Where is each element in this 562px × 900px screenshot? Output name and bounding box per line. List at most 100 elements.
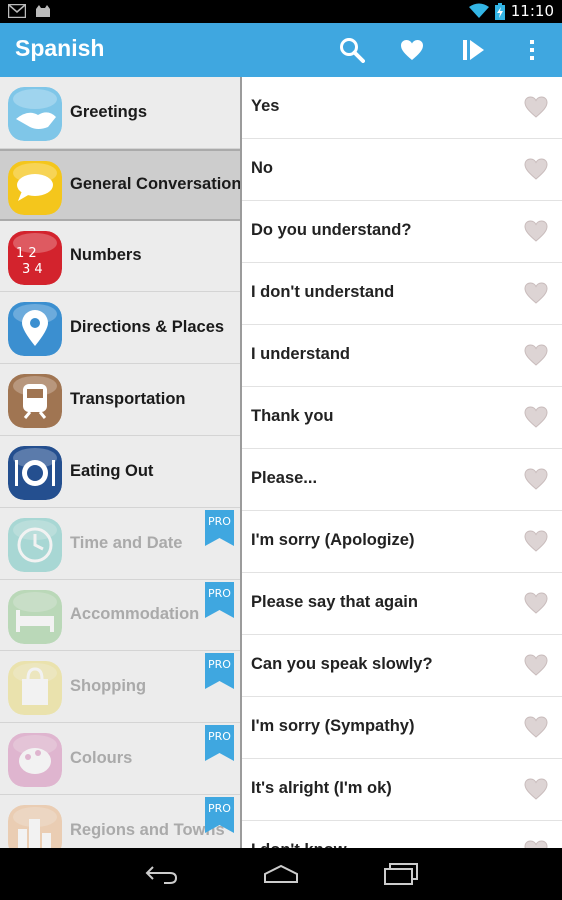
overflow-menu-icon	[530, 40, 534, 60]
category-item[interactable]: Eating Out	[0, 436, 240, 508]
favorite-heart-icon[interactable]	[524, 716, 548, 738]
category-label: Regions and Towns	[70, 820, 225, 839]
phrase-item[interactable]: It's alright (I'm ok)	[242, 759, 562, 821]
pro-label: PRO	[208, 802, 231, 815]
favorite-heart-icon[interactable]	[524, 282, 548, 304]
phrase-item[interactable]: I understand	[242, 325, 562, 387]
phrase-text: Please...	[251, 469, 318, 487]
overflow-menu-button[interactable]	[510, 23, 554, 77]
pro-badge: PRO	[205, 509, 234, 546]
phrase-text: It's alright (I'm ok)	[251, 779, 392, 797]
gmail-notification-icon	[8, 4, 26, 18]
favorite-heart-icon[interactable]	[524, 344, 548, 366]
phrase-item[interactable]: Do you understand?	[242, 201, 562, 263]
map-pin-icon	[8, 302, 62, 357]
play-icon	[463, 40, 484, 60]
favorite-heart-icon[interactable]	[524, 220, 548, 242]
recents-icon	[384, 863, 418, 885]
favorite-heart-icon[interactable]	[524, 654, 548, 676]
phrase-text: I'm sorry (Sympathy)	[251, 717, 415, 735]
home-icon	[264, 864, 298, 883]
pro-badge: PRO	[205, 653, 234, 690]
navigation-bar	[0, 848, 562, 900]
pro-badge: PRO	[205, 581, 234, 618]
category-item[interactable]: Regions and Towns PRO	[0, 795, 240, 848]
clock-icon	[8, 517, 62, 572]
category-item[interactable]: Colours PRO	[0, 723, 240, 795]
phrase-text: I'm sorry (Apologize)	[251, 531, 415, 549]
pro-label: PRO	[208, 587, 231, 600]
favorite-heart-icon[interactable]	[524, 406, 548, 428]
favorite-heart-icon[interactable]	[524, 158, 548, 180]
category-item[interactable]: Directions & Places	[0, 292, 240, 365]
favorites-button[interactable]	[390, 23, 434, 77]
phrase-item[interactable]: I'm sorry (Apologize)	[242, 511, 562, 573]
category-label: Numbers	[70, 246, 142, 265]
phrase-text: Yes	[251, 97, 280, 115]
category-label: Directions & Places	[70, 318, 225, 337]
category-label: Eating Out	[70, 461, 154, 480]
pro-label: PRO	[208, 515, 231, 528]
phrase-text: No	[251, 159, 273, 177]
phrase-item[interactable]: Please say that again	[242, 573, 562, 635]
favorite-heart-icon[interactable]	[524, 778, 548, 800]
phrase-item[interactable]: No	[242, 139, 562, 201]
phrase-text: I understand	[251, 345, 351, 363]
play-all-button[interactable]	[452, 23, 496, 77]
phrase-item[interactable]: I don't understand	[242, 263, 562, 325]
pro-badge: PRO	[205, 796, 234, 833]
back-icon	[145, 866, 178, 884]
phrase-item[interactable]: Please...	[242, 449, 562, 511]
favorite-heart-icon[interactable]	[524, 96, 548, 118]
category-label: Transportation	[70, 390, 186, 409]
wifi-icon	[468, 3, 489, 18]
favorite-heart-icon[interactable]	[524, 468, 548, 490]
category-label: Accommodation	[70, 605, 200, 624]
category-item[interactable]: Shopping PRO	[0, 651, 240, 724]
shopping-bag-icon	[8, 661, 62, 716]
status-clock: 11:10	[510, 2, 554, 20]
phrase-text: I don't know	[251, 841, 347, 848]
favorite-heart-icon[interactable]	[524, 592, 548, 614]
status-bar: 11:10	[0, 0, 562, 23]
action-bar: Spanish	[0, 23, 562, 77]
favorite-heart-icon[interactable]	[524, 530, 548, 552]
train-icon	[8, 374, 62, 429]
category-list: Greetings General Conversation 1 23 4 Numbe…	[0, 77, 240, 848]
city-icon	[8, 804, 62, 848]
category-item[interactable]: 1 23 4 Numbers	[0, 221, 240, 293]
phrase-item[interactable]: I'm sorry (Sympathy)	[242, 697, 562, 759]
favorite-heart-icon[interactable]	[524, 840, 548, 848]
phrase-text: I don't understand	[251, 283, 395, 301]
phrase-item[interactable]: I don't know	[242, 821, 562, 848]
phrase-text: Thank you	[251, 407, 334, 425]
phrase-list: Yes No Do you understand? I don't understan…	[242, 77, 562, 848]
category-item[interactable]: Time and Date PRO	[0, 508, 240, 580]
recents-button[interactable]	[376, 858, 426, 890]
svg-text:1 2: 1 2	[16, 246, 37, 261]
category-label: General Conversation	[70, 175, 240, 194]
bed-icon	[8, 589, 62, 644]
category-item[interactable]: General Conversation	[0, 148, 240, 221]
home-button[interactable]	[256, 858, 306, 890]
phrase-text: Please say that again	[251, 593, 418, 611]
phrase-item[interactable]: Thank you	[242, 387, 562, 449]
plate-icon	[8, 445, 62, 500]
pro-badge: PRO	[205, 725, 234, 762]
handshake-icon	[8, 87, 62, 141]
search-button[interactable]	[330, 23, 374, 77]
phrase-item[interactable]: Can you speak slowly?	[242, 635, 562, 697]
heart-icon	[401, 40, 423, 60]
palette-icon	[8, 733, 62, 788]
category-item[interactable]: Transportation	[0, 364, 240, 436]
app-title: Spanish	[15, 35, 105, 61]
back-button[interactable]	[136, 858, 186, 890]
category-item[interactable]: Accommodation PRO	[0, 580, 240, 652]
phrase-item[interactable]: Yes	[242, 77, 562, 139]
numbers-icon: 1 23 4	[8, 230, 62, 285]
search-icon	[340, 38, 365, 63]
pro-label: PRO	[208, 658, 231, 671]
category-item[interactable]: Greetings	[0, 77, 240, 149]
category-label: Colours	[70, 749, 133, 768]
phrase-text: Do you understand?	[251, 221, 412, 239]
